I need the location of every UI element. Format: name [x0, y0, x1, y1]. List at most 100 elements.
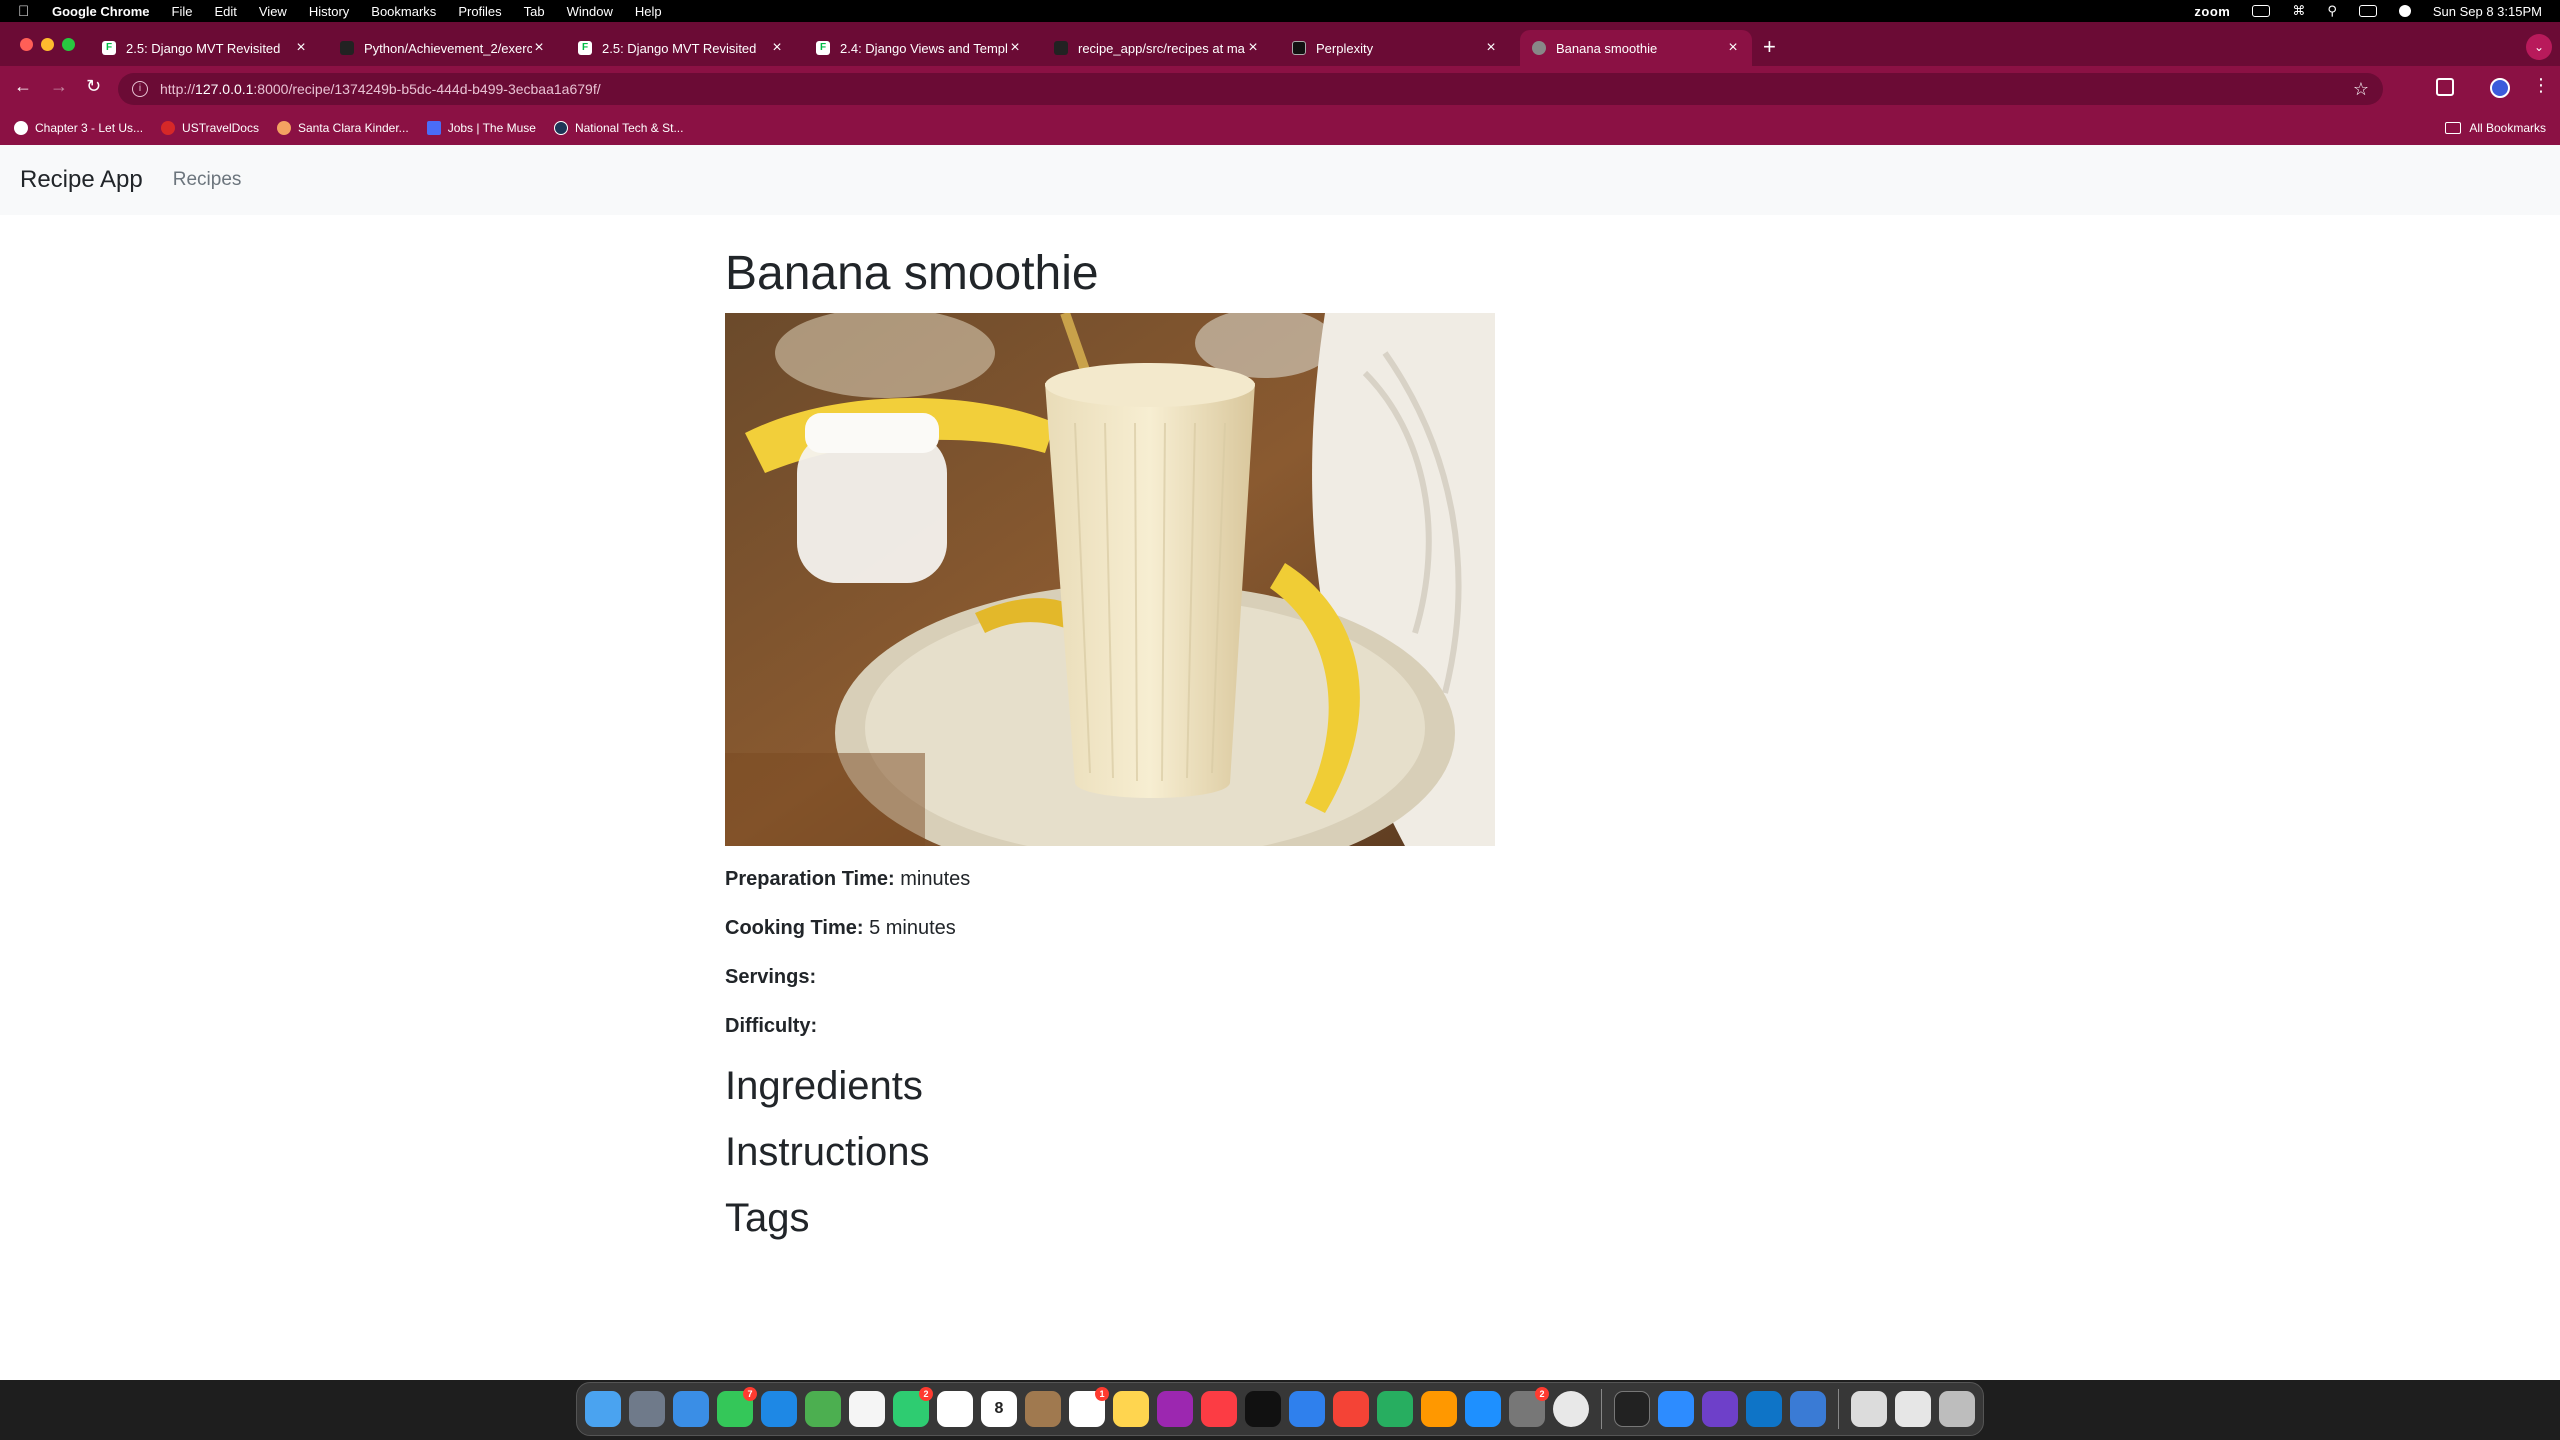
window-controls: [20, 38, 75, 51]
messages-icon[interactable]: 7: [717, 1387, 757, 1427]
profile-avatar[interactable]: [2490, 78, 2510, 98]
back-arrow-icon[interactable]: ←: [14, 76, 32, 97]
github-desktop-icon[interactable]: [1702, 1391, 1738, 1427]
podcasts-icon[interactable]: [1157, 1391, 1193, 1427]
tab-close-icon[interactable]: ×: [532, 39, 546, 57]
tab-title: Perplexity: [1316, 40, 1374, 56]
mail-icon[interactable]: [761, 1391, 797, 1427]
battery-icon[interactable]: [2252, 5, 2271, 17]
tab-title: 2.5: Django MVT Revisited: [602, 40, 757, 56]
tab-django-mvt-1[interactable]: F 2.5: Django MVT Revisited ×: [90, 30, 320, 66]
contacts-icon[interactable]: [1025, 1391, 1061, 1427]
forward-arrow-icon[interactable]: →: [50, 76, 68, 97]
control-center-icon[interactable]: [2358, 5, 2377, 17]
tab-close-icon[interactable]: ×: [1008, 39, 1022, 57]
apple-icon[interactable]: : [18, 3, 34, 20]
site-info-icon[interactable]: i: [132, 81, 148, 97]
chrome-icon[interactable]: [1553, 1391, 1589, 1427]
tab-django-mvt-2[interactable]: F 2.5: Django MVT Revisited ×: [566, 30, 796, 66]
bookmark-santa-clara[interactable]: Santa Clara Kinder...: [276, 120, 409, 135]
keynote-icon[interactable]: [1289, 1391, 1325, 1427]
launchpad-icon[interactable]: [629, 1391, 665, 1427]
bookmark-the-muse[interactable]: Jobs | The Muse: [426, 120, 536, 135]
tab-github-achievement[interactable]: Python/Achievement_2/exerc ×: [328, 30, 558, 66]
menu-view[interactable]: View: [259, 4, 287, 19]
nav-recipes-link[interactable]: Recipes: [173, 169, 242, 191]
music-icon[interactable]: [1201, 1391, 1237, 1427]
bookmark-star-icon[interactable]: ☆: [2353, 79, 2369, 100]
terminal-icon[interactable]: [1614, 1391, 1650, 1427]
wifi-icon[interactable]: ⌘: [2292, 3, 2305, 19]
maps-icon[interactable]: [805, 1391, 841, 1427]
reload-icon[interactable]: ↻: [86, 76, 101, 97]
system-settings-icon[interactable]: 2: [1509, 1387, 1549, 1427]
tab-close-icon[interactable]: ×: [294, 39, 308, 57]
minimize-window-button[interactable]: [41, 38, 54, 51]
tab-close-icon[interactable]: ×: [1246, 39, 1260, 57]
pages-icon[interactable]: [1421, 1391, 1457, 1427]
news-icon[interactable]: [1333, 1391, 1369, 1427]
reminders-icon[interactable]: 1: [1069, 1387, 1109, 1427]
tab-search-chevron-icon[interactable]: ⌄: [2526, 34, 2552, 60]
zoom-status[interactable]: zoom: [2194, 4, 2230, 19]
xcode-icon[interactable]: [1790, 1391, 1826, 1427]
menu-app-name[interactable]: Google Chrome: [52, 4, 150, 19]
menu-file[interactable]: File: [172, 4, 193, 19]
bookmark-ustraveldocs[interactable]: USTravelDocs: [161, 120, 259, 135]
numbers-icon[interactable]: [1377, 1391, 1413, 1427]
menu-tab[interactable]: Tab: [524, 4, 545, 19]
cooking-time: Cooking Time: 5 minutes: [725, 917, 1505, 940]
menu-window[interactable]: Window: [567, 4, 613, 19]
all-bookmarks-label: All Bookmarks: [2469, 120, 2546, 135]
site-brand-link[interactable]: Recipe App: [20, 166, 143, 194]
menu-help[interactable]: Help: [635, 4, 662, 19]
menu-edit[interactable]: Edit: [214, 4, 236, 19]
photos-icon[interactable]: [849, 1391, 885, 1427]
zoom-app-icon[interactable]: [1658, 1391, 1694, 1427]
apple-tv-icon[interactable]: [1245, 1391, 1281, 1427]
servings-label: Servings:: [725, 965, 817, 988]
site-navbar: Recipe App Recipes: [0, 145, 2560, 215]
menubar-clock[interactable]: Sun Sep 8 3:15PM: [2433, 4, 2542, 19]
menu-history[interactable]: History: [309, 4, 349, 19]
web-page: Recipe App Recipes Banana smoothie Prepa…: [0, 145, 2560, 1380]
bookmark-national-tech[interactable]: National Tech & St...: [553, 120, 683, 135]
downloads-folder-icon[interactable]: [1895, 1391, 1931, 1427]
bookmark-chapter-3[interactable]: Chapter 3 - Let Us...: [14, 120, 143, 135]
safari-icon[interactable]: [673, 1391, 709, 1427]
vscode-icon[interactable]: [1746, 1391, 1782, 1427]
all-bookmarks-button[interactable]: All Bookmarks: [2445, 121, 2546, 135]
spotlight-icon[interactable]: ⚲: [2327, 3, 2337, 19]
tab-close-icon[interactable]: ×: [1726, 39, 1740, 57]
chrome-menu-icon[interactable]: ⋮: [2532, 75, 2550, 96]
tab-close-icon[interactable]: ×: [770, 39, 784, 57]
menu-bookmarks[interactable]: Bookmarks: [371, 4, 436, 19]
menu-profiles[interactable]: Profiles: [458, 4, 501, 19]
app-store-icon[interactable]: [1465, 1391, 1501, 1427]
dock: 7 2 8 1 2: [576, 1382, 1984, 1436]
instructions-heading: Instructions: [725, 1129, 930, 1174]
new-tab-plus-icon[interactable]: +: [1763, 34, 1776, 60]
close-window-button[interactable]: [20, 38, 33, 51]
preparation-time: Preparation Time: minutes: [725, 868, 1505, 891]
tab-github-recipe-app[interactable]: recipe_app/src/recipes at ma ×: [1042, 30, 1272, 66]
finder-icon[interactable]: [585, 1391, 621, 1427]
calendar-icon[interactable]: 8: [981, 1391, 1017, 1427]
trash-icon[interactable]: [1939, 1391, 1975, 1427]
bookmark-label: Santa Clara Kinder...: [297, 120, 409, 135]
document-icon[interactable]: [1851, 1391, 1887, 1427]
extensions-puzzle-icon[interactable]: [2436, 78, 2454, 96]
tab-perplexity[interactable]: Perplexity ×: [1280, 30, 1510, 66]
notes-icon[interactable]: [1113, 1391, 1149, 1427]
fullscreen-window-button[interactable]: [62, 38, 75, 51]
address-bar[interactable]: i http://127.0.0.1:8000/recipe/1374249b-…: [118, 73, 2383, 105]
tab-django-views[interactable]: F 2.4: Django Views and Templ ×: [804, 30, 1034, 66]
github-favicon-icon: [340, 41, 354, 55]
bookmark-label: Jobs | The Muse: [447, 120, 536, 135]
tab-banana-smoothie[interactable]: Banana smoothie ×: [1520, 30, 1752, 66]
freeform-icon[interactable]: [937, 1391, 973, 1427]
facetime-icon[interactable]: 2: [893, 1387, 933, 1427]
recipe-title: Banana smoothie: [725, 247, 1099, 300]
tab-close-icon[interactable]: ×: [1484, 39, 1498, 57]
siri-icon[interactable]: [2398, 5, 2411, 17]
